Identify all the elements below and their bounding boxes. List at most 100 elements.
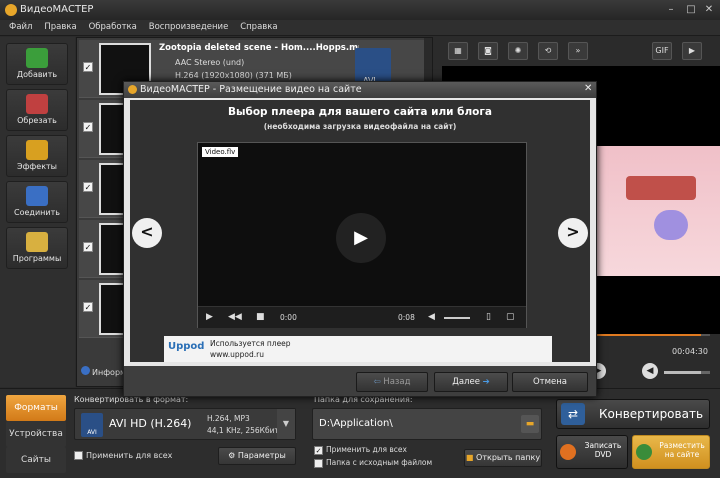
format-spec: H.264, MP3	[207, 414, 250, 423]
open-folder-button[interactable]: ■ Открыть папку	[464, 449, 542, 467]
file-checkbox[interactable]: ✓	[83, 242, 93, 252]
minimize-icon[interactable]: –	[664, 3, 678, 16]
player-file-label: Video.flv	[202, 147, 239, 157]
menu-file[interactable]: Файл	[9, 22, 32, 32]
format-name: AVI HD (H.264)	[109, 417, 192, 430]
checkbox[interactable]	[74, 451, 83, 460]
play-icon[interactable]: ▶	[206, 312, 213, 322]
brightness-icon[interactable]: ✺	[508, 42, 528, 60]
tab-formats[interactable]: Форматы	[6, 395, 66, 421]
back-button[interactable]: ⇦ Назад	[356, 372, 428, 392]
speed-icon[interactable]: »	[568, 42, 588, 60]
dialog-body: Выбор плеера для вашего сайта или блога …	[130, 100, 590, 362]
popout-icon[interactable]: ▢	[506, 312, 515, 322]
sidebar-item-add[interactable]: Добавить	[6, 43, 68, 85]
maximize-icon[interactable]: □	[684, 3, 698, 16]
filter-icon[interactable]: ▦	[448, 42, 468, 60]
apply-all-folder[interactable]: ✓ Применить для всех	[314, 445, 407, 455]
join-icon	[26, 186, 48, 206]
apply-all-formats[interactable]: Применить для всех	[74, 451, 172, 460]
checkbox[interactable]	[314, 458, 323, 468]
tab-sites[interactable]: Сайты	[6, 447, 66, 473]
menu-help[interactable]: Справка	[240, 22, 277, 32]
dvd-icon	[560, 444, 576, 460]
sidebar-item-join[interactable]: Соединить	[6, 181, 68, 223]
avi-format-icon: AVI	[81, 413, 103, 437]
sidebar-item-label: Эффекты	[17, 162, 57, 171]
file-checkbox[interactable]: ✓	[83, 182, 93, 192]
menu-bar: Файл Правка Обработка Воспроизведение Сп…	[0, 20, 720, 36]
export-icon[interactable]: ▶	[682, 42, 702, 60]
fullscreen-icon[interactable]: ▯	[486, 312, 491, 322]
dialog-subheading: (необходима загрузка видеофайла на сайт)	[263, 122, 457, 131]
upload-icon	[636, 444, 652, 460]
window-title: ВидеоМАСТЕР	[20, 4, 94, 15]
menu-playback[interactable]: Воспроизведение	[149, 22, 229, 32]
format-selector[interactable]: AVI AVI HD (H.264) H.264, MP3 44,1 KHz, …	[74, 408, 296, 440]
next-player-button[interactable]: >	[558, 218, 588, 248]
dialog-title-bar: ВидеоМАСТЕР - Размещение видео на сайте …	[124, 82, 596, 98]
file-checkbox[interactable]: ✓	[83, 62, 93, 72]
dialog-footer: ⇦ Назад Далее ➔ Отмена	[124, 366, 596, 396]
cancel-button[interactable]: Отмена	[512, 372, 588, 392]
play-icon[interactable]: ▶	[336, 213, 386, 263]
bottom-panel: Форматы Устройства Сайты Конвертировать …	[0, 388, 720, 478]
close-icon[interactable]: ✕	[584, 83, 592, 94]
publish-dialog: ВидеоМАСТЕР - Размещение видео на сайте …	[123, 81, 597, 397]
uppod-logo: Uppod	[168, 341, 205, 352]
save-path: D:\Application\	[319, 418, 393, 429]
sidebar-item-label: Программы	[12, 254, 62, 263]
player-preview: Video.flv ▶ ▶ ◀◀ ■ 0:00 0:08 ◀ ▯ ▢	[197, 142, 527, 328]
source-folder-option[interactable]: Папка с исходным файлом	[314, 458, 432, 468]
player-url[interactable]: www.uppod.ru	[210, 350, 264, 359]
dialog-heading: Выбор плеера для вашего сайта или блога	[228, 106, 492, 118]
app-logo-icon	[5, 4, 17, 16]
menu-edit[interactable]: Правка	[44, 22, 76, 32]
next-button[interactable]: Далее ➔	[434, 372, 508, 392]
close-icon[interactable]: ✕	[702, 3, 716, 16]
volume-slider[interactable]	[444, 317, 470, 319]
sidebar-item-label: Добавить	[16, 70, 58, 79]
player-info: Uppod Используется плеер www.uppod.ru	[164, 336, 552, 362]
convert-button[interactable]: ⇄ Конвертировать	[556, 399, 710, 429]
add-film-icon	[26, 48, 48, 68]
checkbox[interactable]: ✓	[314, 445, 323, 455]
tickets-icon	[26, 232, 48, 252]
total-time: 0:08	[398, 313, 415, 322]
dialog-title: ВидеоМАСТЕР - Размещение видео на сайте	[140, 84, 362, 95]
site-label: Разместить на сайте	[659, 441, 705, 459]
folder-icon[interactable]: ▬	[521, 415, 539, 433]
convert-label: Конвертировать	[599, 407, 704, 421]
volume-icon[interactable]: ◀	[428, 312, 435, 322]
rewind-icon[interactable]: ◀◀	[228, 312, 242, 322]
player-controls: ▶ ◀◀ ■ 0:00 0:08 ◀ ▯ ▢	[198, 306, 526, 328]
publish-site-button[interactable]: Разместить на сайте	[632, 435, 710, 469]
chevron-down-icon[interactable]: ▼	[277, 409, 295, 439]
file-video: H.264 (1920x1080) (371 МБ)	[175, 71, 292, 80]
file-audio: AAC Stereo (und)	[175, 58, 245, 67]
volume-icon[interactable]: ◀	[642, 363, 658, 379]
params-button[interactable]: ⚙ Параметры	[218, 447, 296, 465]
menu-process[interactable]: Обработка	[89, 22, 137, 32]
sidebar-item-programs[interactable]: Программы	[6, 227, 68, 269]
stop-icon[interactable]: ■	[256, 312, 265, 322]
volume-level	[664, 371, 701, 374]
sidebar-item-cut[interactable]: Обрезать	[6, 89, 68, 131]
gif-button[interactable]: GIF	[652, 42, 672, 60]
arrow-left-icon: ⇦	[373, 377, 381, 387]
save-path-field[interactable]: D:\Application\ ▬	[312, 408, 542, 440]
volume-slider[interactable]	[664, 371, 710, 374]
dvd-label: Записать DVD	[584, 441, 622, 459]
file-checkbox[interactable]: ✓	[83, 302, 93, 312]
prev-player-button[interactable]: <	[132, 218, 162, 248]
rotate-icon[interactable]: ⟲	[538, 42, 558, 60]
burn-dvd-button[interactable]: Записать DVD	[556, 435, 628, 469]
scissors-icon	[26, 94, 48, 114]
current-time: 0:00	[280, 313, 297, 322]
crop-icon[interactable]: ◙	[478, 42, 498, 60]
tab-devices[interactable]: Устройства	[6, 421, 66, 447]
folder-icon: ■	[465, 453, 474, 462]
sidebar-item-effects[interactable]: Эффекты	[6, 135, 68, 177]
gear-icon: ⚙	[228, 451, 236, 460]
file-checkbox[interactable]: ✓	[83, 122, 93, 132]
